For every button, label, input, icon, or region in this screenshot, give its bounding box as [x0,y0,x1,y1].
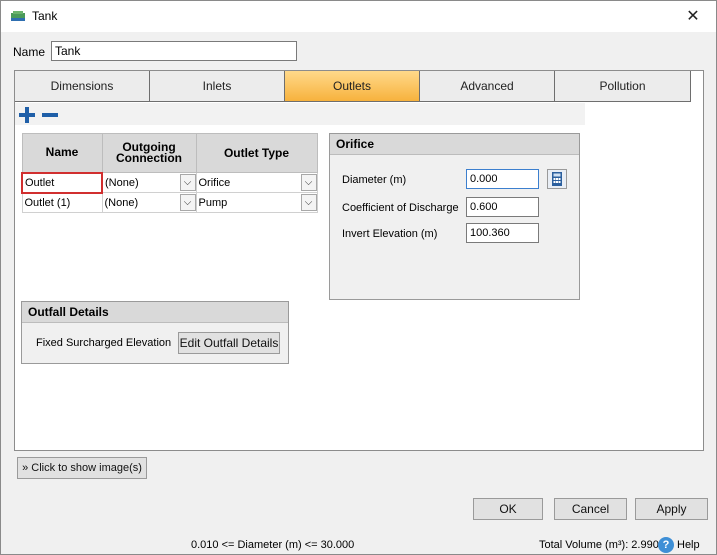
name-input[interactable] [51,41,297,61]
outlet-toolbar [15,103,585,125]
close-button[interactable]: ✕ [670,1,716,32]
chevron-down-icon[interactable]: ⌵ [179,174,196,191]
close-icon: ✕ [686,8,700,25]
outgoing-connection-dropdown[interactable]: (None) ⌵ [101,192,197,213]
tab-pollution[interactable]: Pollution [555,71,691,102]
coefficient-label: Coefficient of Discharge [342,202,459,214]
tab-inlets[interactable]: Inlets [150,71,285,102]
coefficient-field[interactable] [466,197,539,217]
title-bar: Tank ✕ [1,1,716,32]
help-icon[interactable]: ? [658,537,674,553]
cancel-button[interactable]: Cancel [554,498,627,520]
plus-icon[interactable] [19,107,35,123]
tab-dimensions[interactable]: Dimensions [15,71,150,102]
chevron-down-icon[interactable]: ⌵ [300,194,317,211]
outgoing-connection-dropdown[interactable]: (None) ⌵ [101,172,197,193]
outlet-type-value: Pump [198,196,228,209]
outfall-title: Outfall Details [22,302,288,323]
tab-panel: Dimensions Inlets Outlets Advanced Pollu… [14,70,704,451]
table-row[interactable]: Outlet (1) (None) ⌵ Pump ⌵ [21,192,318,213]
outlet-name: Outlet [25,176,55,189]
apply-button[interactable]: Apply [635,498,708,520]
ok-button[interactable]: OK [473,498,543,520]
outlets-table: Name Outgoing Connection Outlet Type Out… [21,133,318,213]
outlet-name-cell[interactable]: Outlet [21,171,103,194]
invert-elevation-label: Invert Elevation (m) [342,228,438,240]
outlet-name: Outlet (1) [24,196,71,209]
diameter-label: Diameter (m) [342,174,407,186]
tab-advanced[interactable]: Advanced [420,71,555,102]
outlet-type-dropdown[interactable]: Orifice ⌵ [195,172,318,193]
outlet-type-value: Orifice [198,176,231,189]
chevron-down-icon[interactable]: ⌵ [300,174,317,191]
show-images-button[interactable]: » Click to show image(s) [17,457,147,479]
diameter-field[interactable] [466,169,539,189]
outfall-group: Outfall Details Fixed Surcharged Elevati… [21,301,289,364]
tank-dialog: Tank ✕ Name Dimensions Inlets Outlets Ad… [0,0,717,555]
tab-outlets[interactable]: Outlets [285,71,420,102]
help-link[interactable]: Help [677,539,700,551]
minus-icon[interactable] [42,107,58,123]
outlet-type-dropdown[interactable]: Pump ⌵ [195,192,318,213]
double-chevron-down-icon: » [22,462,29,474]
total-volume-text: Total Volume (m³): 2.990 [539,539,659,551]
calculator-button[interactable] [547,169,567,189]
header-name: Name [21,133,103,173]
orifice-title: Orifice [330,134,579,155]
window-title: Tank [32,9,58,23]
outgoing-connection-value: (None) [105,176,139,189]
table-header-row: Name Outgoing Connection Outlet Type [21,133,318,173]
fixed-surcharged-label: Fixed Surcharged Elevation [36,337,172,349]
table-row[interactable]: Outlet (None) ⌵ Orifice ⌵ [21,171,318,194]
diameter-constraint-text: 0.010 <= Diameter (m) <= 30.000 [191,539,355,551]
outlet-name-cell[interactable]: Outlet (1) [21,192,103,213]
header-outlet-type: Outlet Type [195,133,318,173]
calculator-icon [552,172,562,186]
orifice-group: Orifice Diameter (m) Coefficient of Disc… [329,133,580,300]
header-outgoing-connection: Outgoing Connection [101,133,197,173]
invert-elevation-field[interactable] [466,223,539,243]
edit-outfall-details-button[interactable]: Edit Outfall Details [178,332,280,354]
chevron-down-icon[interactable]: ⌵ [179,194,196,211]
name-label: Name [13,45,46,59]
show-images-label: Click to show image(s) [31,462,142,474]
tab-strip: Dimensions Inlets Outlets Advanced Pollu… [15,71,691,103]
tank-icon [11,11,25,21]
outgoing-connection-value: (None) [104,196,139,209]
